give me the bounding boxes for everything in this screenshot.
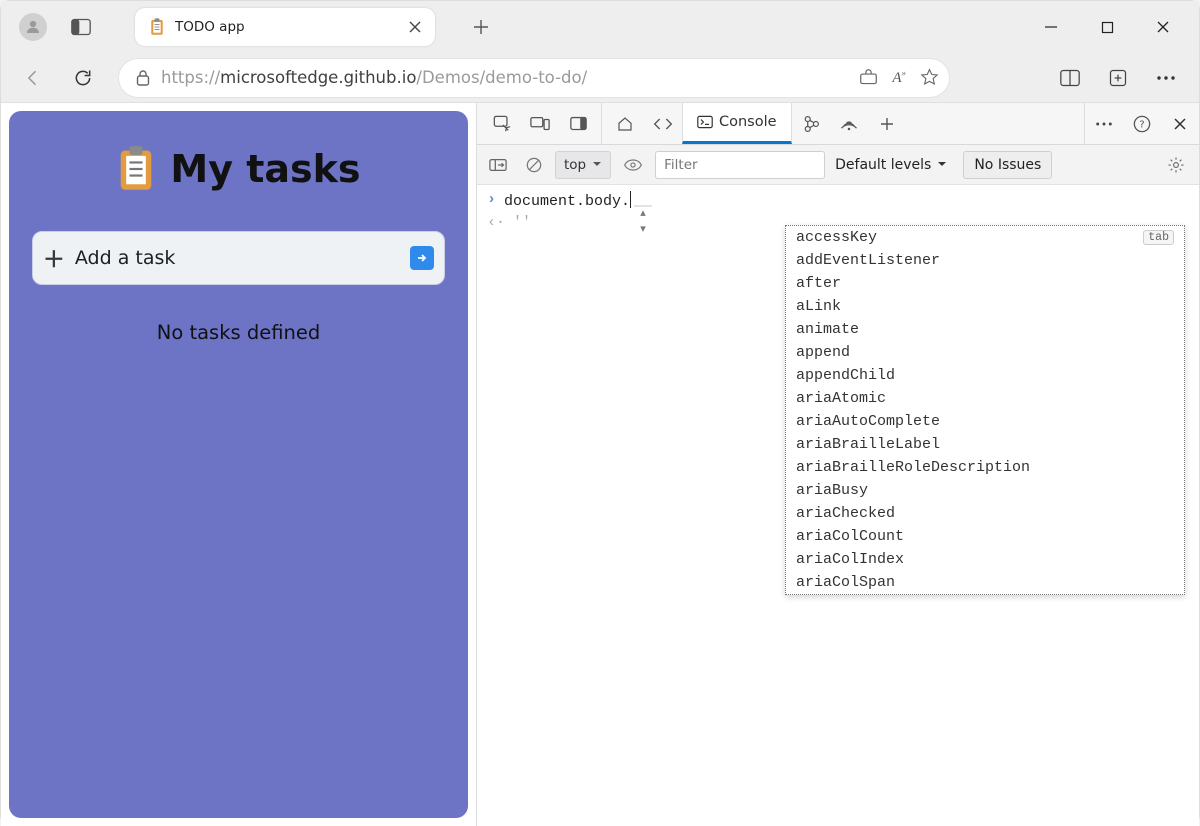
address-bar-row: https://microsoftedge.github.io/Demos/de… bbox=[1, 53, 1199, 103]
issues-button[interactable]: No Issues bbox=[963, 151, 1052, 179]
log-levels-selector[interactable]: Default levels bbox=[835, 157, 947, 173]
refresh-button[interactable] bbox=[63, 58, 103, 98]
scroll-up-icon[interactable]: ▴ bbox=[640, 206, 646, 220]
scroll-down-icon[interactable]: ▾ bbox=[640, 222, 646, 236]
console-input[interactable]: document.body. bbox=[504, 191, 631, 210]
autocomplete-item[interactable]: ariaColIndex bbox=[786, 548, 1184, 571]
close-window-button[interactable] bbox=[1135, 7, 1191, 47]
autocomplete-scrollbar[interactable]: ▴ ▾ bbox=[634, 205, 652, 207]
console-body[interactable]: › document.body. ‹· '' accessKeytabaddEv… bbox=[477, 185, 1199, 826]
new-tab-button[interactable] bbox=[463, 9, 499, 45]
context-selector[interactable]: top bbox=[555, 151, 611, 179]
device-toolbar-button[interactable] bbox=[521, 103, 559, 145]
browser-tab[interactable]: TODO app bbox=[135, 8, 435, 46]
autocomplete-item[interactable]: after bbox=[786, 272, 1184, 295]
url-text: https://microsoftedge.github.io/Demos/de… bbox=[161, 68, 849, 87]
tab-title: TODO app bbox=[175, 19, 399, 35]
split-screen-button[interactable] bbox=[1049, 58, 1091, 98]
collections-button[interactable] bbox=[1097, 58, 1139, 98]
autocomplete-item[interactable]: aLink bbox=[786, 295, 1184, 318]
autocomplete-item[interactable]: ariaAtomic bbox=[786, 387, 1184, 410]
elements-tab[interactable] bbox=[644, 103, 682, 145]
devtools-tabbar: Console ? bbox=[477, 103, 1199, 145]
inspect-element-button[interactable] bbox=[483, 103, 521, 145]
empty-state-text: No tasks defined bbox=[157, 321, 321, 344]
svg-text:?: ? bbox=[1139, 119, 1144, 130]
console-tab-label: Console bbox=[719, 114, 777, 130]
clipboard-icon bbox=[116, 145, 156, 193]
console-settings-button[interactable] bbox=[1159, 156, 1193, 174]
prompt-icon: › bbox=[487, 191, 496, 208]
autocomplete-item[interactable]: ariaChecked bbox=[786, 502, 1184, 525]
sources-tab[interactable] bbox=[792, 103, 830, 145]
console-toolbar: top Filter Default levels No Issues bbox=[477, 145, 1199, 185]
submit-task-button[interactable] bbox=[410, 246, 434, 270]
dock-side-button[interactable] bbox=[559, 103, 597, 145]
window-controls bbox=[1023, 7, 1191, 47]
maximize-button[interactable] bbox=[1079, 7, 1135, 47]
live-expression-button[interactable] bbox=[617, 151, 649, 179]
favorite-icon[interactable] bbox=[920, 68, 939, 87]
help-button[interactable]: ? bbox=[1123, 103, 1161, 145]
autocomplete-item[interactable]: animate bbox=[786, 318, 1184, 341]
console-icon bbox=[697, 115, 713, 129]
autocomplete-item[interactable]: append bbox=[786, 341, 1184, 364]
filter-input[interactable]: Filter bbox=[655, 151, 825, 179]
autocomplete-item[interactable]: addEventListener bbox=[786, 249, 1184, 272]
autocomplete-item[interactable]: ariaColCount bbox=[786, 525, 1184, 548]
page-heading: My tasks bbox=[170, 147, 360, 191]
close-tab-button[interactable] bbox=[409, 21, 421, 33]
autocomplete-item[interactable]: appendChild bbox=[786, 364, 1184, 387]
autocomplete-item[interactable]: ariaAutoComplete bbox=[786, 410, 1184, 433]
result-icon: ‹· bbox=[487, 214, 505, 231]
filter-placeholder: Filter bbox=[664, 157, 697, 173]
add-task-placeholder: Add a task bbox=[75, 247, 400, 269]
add-task-input[interactable]: ＋ Add a task bbox=[32, 231, 445, 285]
clear-console-button[interactable] bbox=[519, 151, 549, 179]
autocomplete-hint: tab bbox=[1143, 230, 1174, 245]
autocomplete-item[interactable]: ariaColSpan bbox=[786, 571, 1184, 594]
autocomplete-item[interactable]: ariaBusy bbox=[786, 479, 1184, 502]
autocomplete-item[interactable]: accessKeytab bbox=[786, 226, 1184, 249]
page-body: My tasks ＋ Add a task No tasks defined bbox=[9, 111, 468, 818]
address-bar[interactable]: https://microsoftedge.github.io/Demos/de… bbox=[119, 59, 949, 97]
chevron-down-icon bbox=[937, 161, 947, 168]
read-aloud-icon[interactable]: A» bbox=[892, 68, 906, 87]
autocomplete-popup[interactable]: accessKeytabaddEventListenerafteraLinkan… bbox=[785, 225, 1185, 595]
more-tabs-button[interactable] bbox=[868, 103, 906, 145]
site-info-icon[interactable] bbox=[135, 69, 151, 87]
more-tools-button[interactable] bbox=[1085, 103, 1123, 145]
page-viewport: My tasks ＋ Add a task No tasks defined bbox=[1, 103, 476, 826]
welcome-tab[interactable] bbox=[606, 103, 644, 145]
devtools-panel: Console ? top Filter bbox=[476, 103, 1199, 826]
clipboard-icon bbox=[149, 18, 165, 36]
minimize-button[interactable] bbox=[1023, 7, 1079, 47]
network-tab[interactable] bbox=[830, 103, 868, 145]
toggle-sidebar-button[interactable] bbox=[483, 151, 513, 179]
settings-menu-button[interactable] bbox=[1145, 58, 1187, 98]
eager-eval-result: '' bbox=[513, 214, 531, 231]
title-bar: TODO app bbox=[1, 1, 1199, 53]
plus-icon: ＋ bbox=[43, 242, 65, 274]
chevron-down-icon bbox=[592, 161, 602, 168]
back-button[interactable] bbox=[13, 58, 53, 98]
autocomplete-item[interactable]: ariaBrailleLabel bbox=[786, 433, 1184, 456]
close-devtools-button[interactable] bbox=[1161, 103, 1199, 145]
workspaces-button[interactable] bbox=[65, 11, 97, 43]
autocomplete-item[interactable]: ariaBrailleRoleDescription bbox=[786, 456, 1184, 479]
shopping-icon[interactable] bbox=[859, 69, 878, 86]
console-tab[interactable]: Console bbox=[682, 103, 792, 144]
profile-avatar[interactable] bbox=[19, 13, 47, 41]
